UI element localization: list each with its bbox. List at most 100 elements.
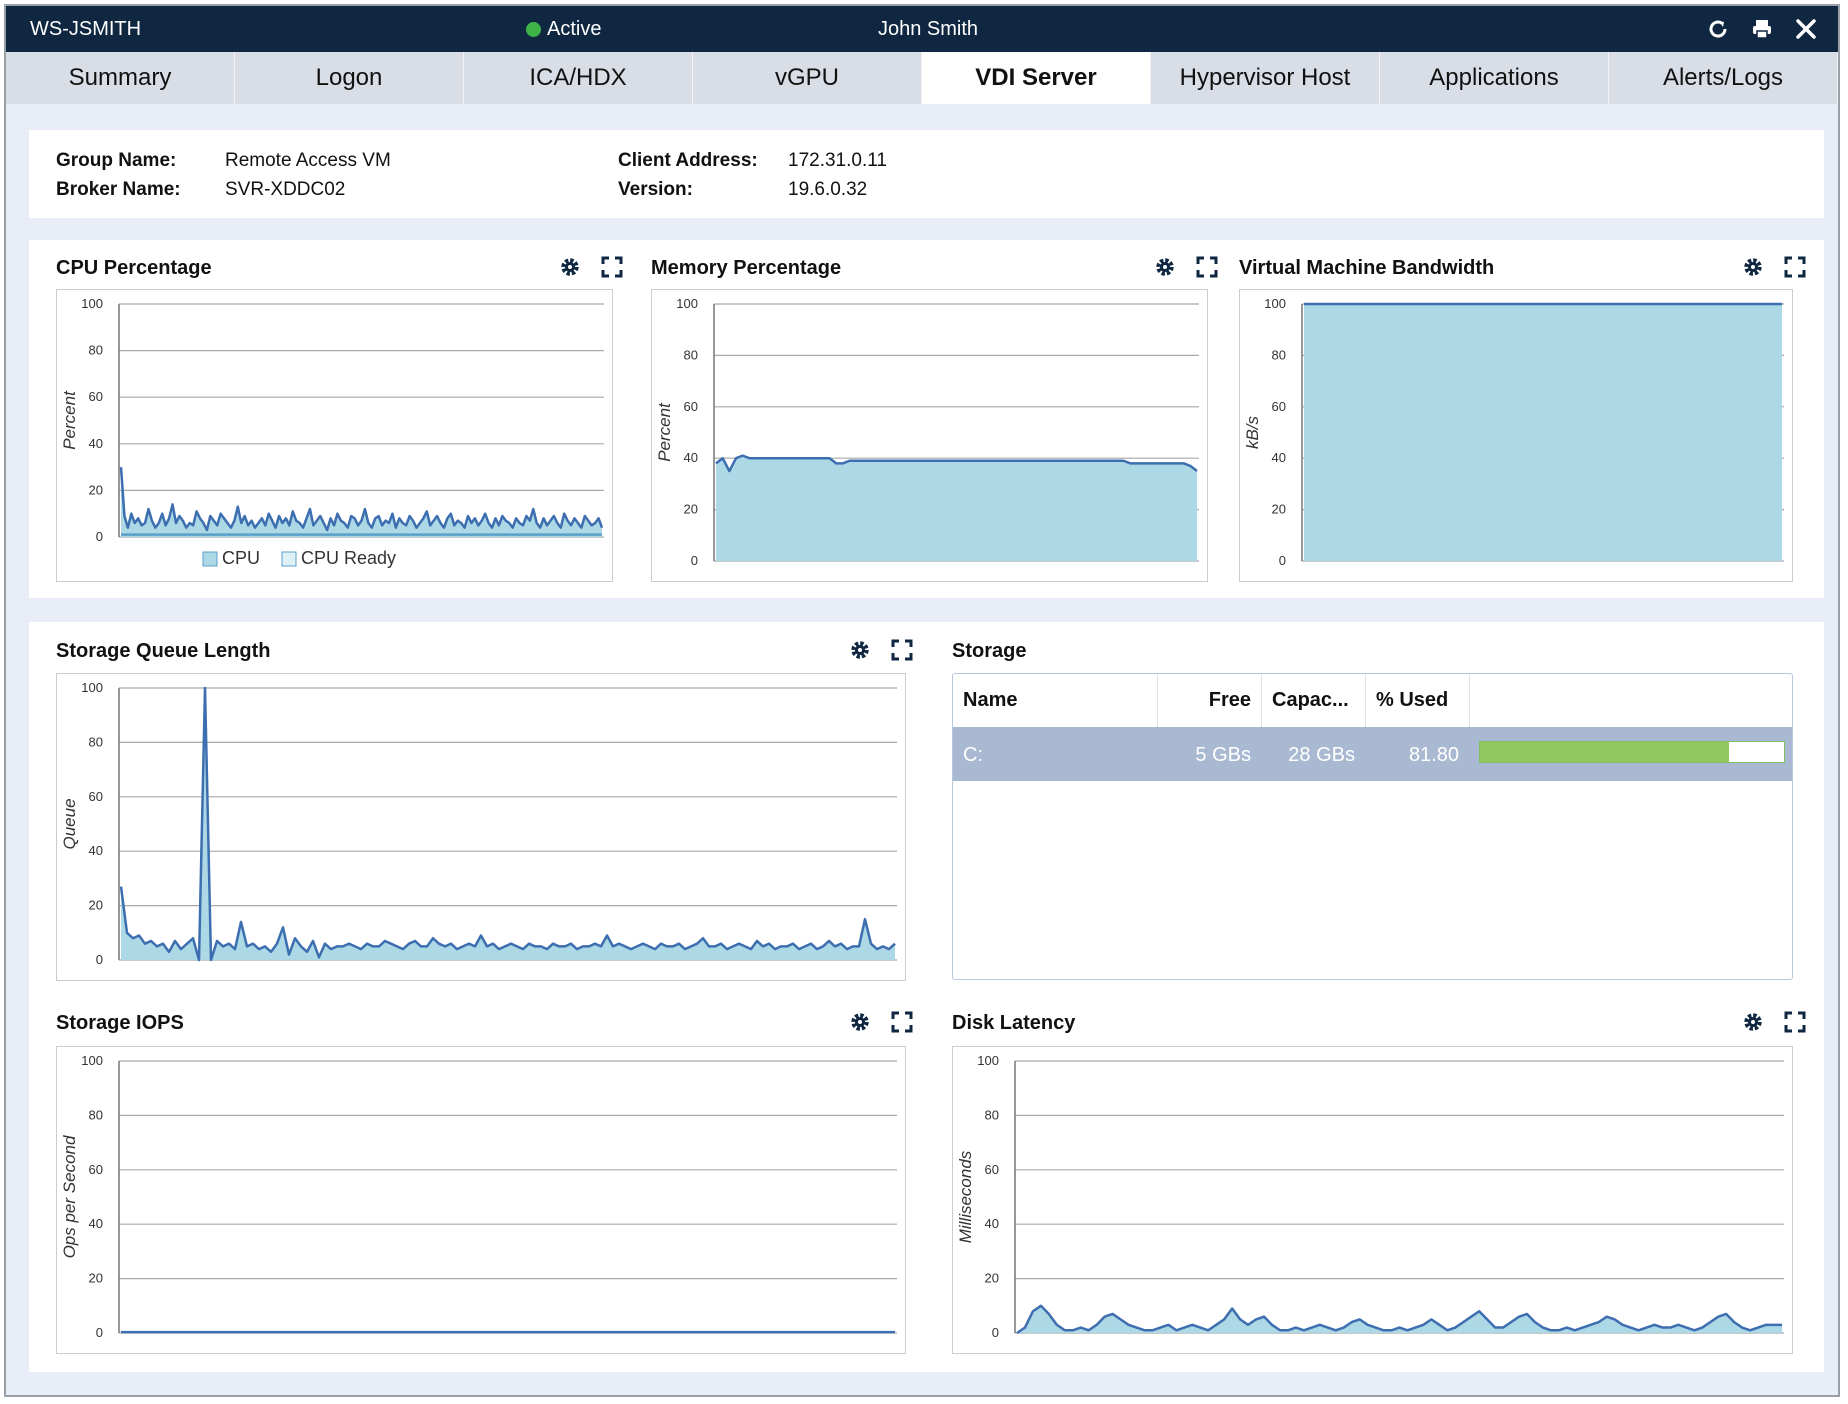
y-tick-label: 40 xyxy=(684,450,698,465)
gear-icon[interactable] xyxy=(849,1011,875,1037)
series-line xyxy=(119,686,896,962)
iops-chart: 0 20 40 60 80 100 Ops per Second xyxy=(56,1046,906,1354)
series-area xyxy=(1304,304,1782,561)
user-name: John Smith xyxy=(878,18,979,40)
col-header-capacity[interactable]: Capac... xyxy=(1262,674,1366,727)
expand-icon[interactable] xyxy=(601,256,627,282)
y-tick-label: 0 xyxy=(1279,553,1286,568)
table-row[interactable]: C: 5 GBs 28 GBs 81.80 xyxy=(953,727,1792,781)
broker-name-value: SVR-XDDC02 xyxy=(225,179,346,200)
expand-icon[interactable] xyxy=(1784,256,1810,282)
y-tick-label: 100 xyxy=(81,296,103,311)
version-label: Version: xyxy=(618,179,693,200)
legend-label: CPU xyxy=(222,548,260,568)
y-tick-label: 0 xyxy=(992,1325,999,1340)
window-controls xyxy=(1704,15,1820,43)
expand-icon[interactable] xyxy=(1196,256,1222,282)
y-axis-label: Milliseconds xyxy=(956,1150,975,1243)
y-tick-label: 80 xyxy=(684,347,698,362)
row-free: 5 GBs xyxy=(1195,744,1251,766)
y-axis-label: Ops per Second xyxy=(60,1135,79,1258)
bandwidth-title: Virtual Machine Bandwidth xyxy=(1239,257,1495,279)
queue-title: Storage Queue Length xyxy=(56,640,271,662)
status-indicator: Active xyxy=(526,18,601,41)
y-tick-label: 60 xyxy=(89,1162,103,1177)
legend-label: CPU Ready xyxy=(301,548,396,568)
y-tick-label: 100 xyxy=(676,296,698,311)
iops-title: Storage IOPS xyxy=(56,1012,184,1034)
version-value: 19.6.0.32 xyxy=(788,179,868,200)
y-tick-label: 100 xyxy=(81,680,103,695)
legend-swatch xyxy=(202,551,218,567)
y-tick-label: 80 xyxy=(1272,347,1286,362)
y-axis-label: Queue xyxy=(60,798,79,849)
queue-svg: 0 20 40 60 80 100 Queue xyxy=(60,680,897,967)
gear-icon[interactable] xyxy=(1742,256,1768,282)
gear-icon[interactable] xyxy=(849,639,875,665)
y-tick-label: 20 xyxy=(985,1271,999,1286)
y-tick-label: 80 xyxy=(89,1107,103,1122)
usage-bar xyxy=(1479,741,1785,763)
y-tick-label: 40 xyxy=(1272,450,1286,465)
info-panel: Group Name: Remote Access VM Broker Name… xyxy=(29,130,1824,218)
storage-table: Name Free Capac... % Used C: 5 GBs 28 GB… xyxy=(952,673,1793,980)
gear-icon[interactable] xyxy=(559,256,585,282)
row-capacity: 28 GBs xyxy=(1288,744,1355,766)
y-tick-label: 40 xyxy=(985,1216,999,1231)
expand-icon[interactable] xyxy=(891,639,917,665)
tab-applications[interactable]: Applications xyxy=(1380,52,1609,104)
expand-icon[interactable] xyxy=(1784,1011,1810,1037)
app-window: WS-JSMITH Active John Smith Summary Logo… xyxy=(4,4,1840,1397)
series-area xyxy=(121,688,895,960)
y-tick-label: 20 xyxy=(89,1271,103,1286)
tab-logon[interactable]: Logon xyxy=(235,52,464,104)
series-area xyxy=(716,455,1197,561)
y-tick-label: 80 xyxy=(89,343,103,358)
y-tick-label: 20 xyxy=(684,502,698,517)
close-icon[interactable] xyxy=(1792,15,1820,43)
col-header-free[interactable]: Free xyxy=(1158,674,1262,727)
y-tick-label: 40 xyxy=(89,436,103,451)
client-address-value: 172.31.0.11 xyxy=(788,150,887,171)
col-header-used[interactable]: % Used xyxy=(1366,674,1470,727)
y-tick-label: 100 xyxy=(1264,296,1286,311)
tab-hypervisor-host[interactable]: Hypervisor Host xyxy=(1151,52,1380,104)
y-tick-label: 0 xyxy=(96,952,103,967)
usage-bar-fill xyxy=(1480,742,1729,762)
y-tick-label: 60 xyxy=(684,399,698,414)
y-tick-label: 20 xyxy=(89,898,103,913)
expand-icon[interactable] xyxy=(891,1011,917,1037)
memory-title: Memory Percentage xyxy=(651,257,842,279)
tab-summary[interactable]: Summary xyxy=(6,52,235,104)
gear-icon[interactable] xyxy=(1154,256,1180,282)
iops-svg: 0 20 40 60 80 100 Ops per Second xyxy=(60,1053,897,1340)
latency-chart: 0 20 40 60 80 100 Milliseconds xyxy=(952,1046,1793,1354)
refresh-icon[interactable] xyxy=(1704,15,1732,43)
col-header-name[interactable]: Name xyxy=(953,674,1158,727)
y-tick-label: 0 xyxy=(691,553,698,568)
print-icon[interactable] xyxy=(1748,15,1776,43)
tab-vdi-server[interactable]: VDI Server xyxy=(922,52,1151,104)
y-axis-label: Percent xyxy=(655,402,674,462)
y-tick-label: 60 xyxy=(89,389,103,404)
y-tick-label: 0 xyxy=(96,1325,103,1340)
y-tick-label: 60 xyxy=(89,789,103,804)
tab-alerts-logs[interactable]: Alerts/Logs xyxy=(1609,52,1838,104)
y-tick-label: 100 xyxy=(81,1053,103,1068)
window-title: WS-JSMITH xyxy=(30,18,142,40)
cpu-svg: 0 20 40 60 80 100 Percent CPU CPU Ready xyxy=(60,296,604,568)
y-axis-label: Percent xyxy=(60,390,79,450)
title-bar: WS-JSMITH Active John Smith xyxy=(6,6,1838,52)
storage-title: Storage xyxy=(952,640,1027,662)
y-tick-label: 60 xyxy=(1272,399,1286,414)
bandwidth-svg: 0 20 40 60 80 100 kB/s xyxy=(1243,296,1784,568)
y-tick-label: 20 xyxy=(89,482,103,497)
tab-ica-hdx[interactable]: ICA/HDX xyxy=(464,52,693,104)
latency-title: Disk Latency xyxy=(952,1012,1076,1034)
memory-chart: 0 20 40 60 80 100 Percent xyxy=(651,289,1208,582)
row-used: 81.80 xyxy=(1408,744,1459,766)
tab-vgpu[interactable]: vGPU xyxy=(693,52,922,104)
gear-icon[interactable] xyxy=(1742,1011,1768,1037)
row-name: C: xyxy=(963,744,983,766)
broker-name-label: Broker Name: xyxy=(56,179,181,200)
